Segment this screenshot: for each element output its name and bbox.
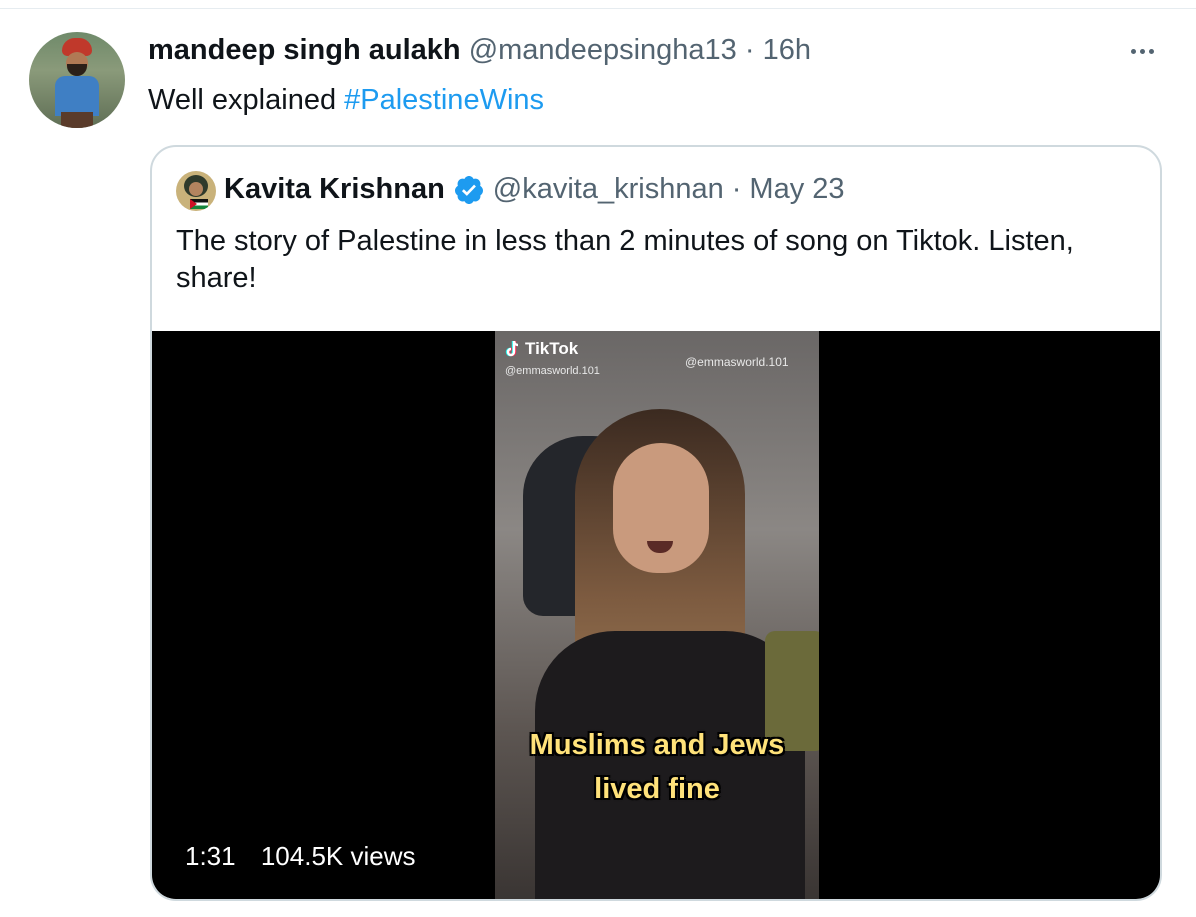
hashtag-link[interactable]: #PalestineWins <box>344 84 544 116</box>
quoted-author-handle[interactable]: @kavita_krishnan <box>493 173 724 206</box>
tweet-text: Well explained #PalestineWins <box>148 84 544 117</box>
verified-badge-icon <box>454 175 483 204</box>
quoted-separator: · <box>731 173 742 205</box>
top-divider <box>0 8 1196 9</box>
caption-line-1: Muslims and Jews <box>529 729 785 761</box>
author-handle[interactable]: @mandeepsingha13 <box>469 34 737 66</box>
tiktok-handle: @emmasworld.101 <box>505 365 600 377</box>
caption-line-2: lived fine <box>594 773 720 805</box>
avatar-beard <box>67 64 87 76</box>
frame-face <box>613 443 709 573</box>
avatar-pants <box>61 112 93 128</box>
more-button[interactable] <box>1125 34 1159 68</box>
quoted-tweet-text: The story of Palestine in less than 2 mi… <box>176 225 1074 294</box>
q-avatar-flag <box>190 199 208 209</box>
video-duration: 1:31 <box>185 841 236 871</box>
header-separator: · <box>744 34 755 66</box>
q-avatar-face <box>189 182 203 196</box>
tweet-text-prefix: Well explained <box>148 84 337 116</box>
tiktok-watermark: TikTok <box>505 339 578 359</box>
tweet-header: mandeep singh aulakh @mandeepsingha13 · … <box>148 34 811 67</box>
tiktok-logo-text: TikTok <box>525 339 579 358</box>
tiktok-handle-secondary: @emmasworld.101 <box>685 355 789 369</box>
video-player[interactable]: TikTok @emmasworld.101 @emmasworld.101 M… <box>152 331 1160 899</box>
video-meta: 1:31 104.5K views <box>185 841 416 872</box>
quoted-author-avatar[interactable] <box>176 171 216 211</box>
more-icon <box>1130 48 1154 54</box>
quoted-tweet-header: Kavita Krishnan @kavita_krishnan · May 2… <box>224 173 845 206</box>
avatar-shirt <box>55 76 99 116</box>
quoted-author-name[interactable]: Kavita Krishnan <box>224 173 445 206</box>
tweet-time[interactable]: 16h <box>763 34 811 66</box>
quoted-date[interactable]: May 23 <box>749 173 844 206</box>
tiktok-logo-icon <box>505 340 519 357</box>
video-caption: Muslims and Jews lived fine <box>495 723 819 811</box>
video-views: 104.5K views <box>260 841 416 871</box>
author-avatar[interactable] <box>29 32 125 128</box>
quoted-tweet-card[interactable]: Kavita Krishnan @kavita_krishnan · May 2… <box>150 145 1162 901</box>
author-name[interactable]: mandeep singh aulakh <box>148 34 461 66</box>
video-frame: TikTok @emmasworld.101 @emmasworld.101 M… <box>495 331 819 899</box>
